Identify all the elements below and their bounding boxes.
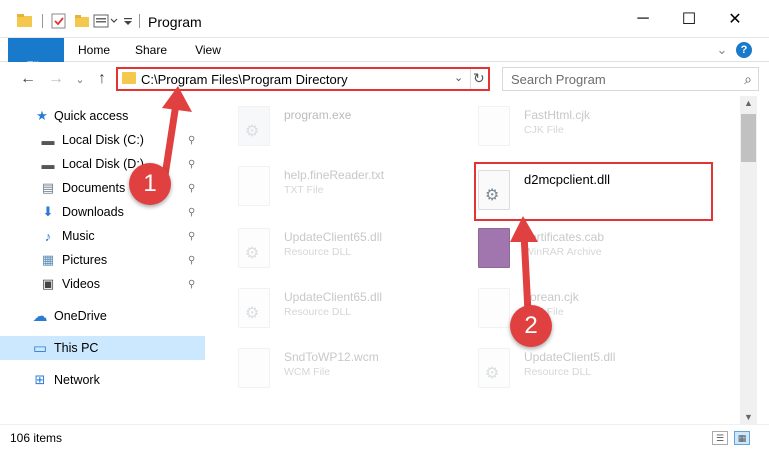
item-count: 106 items <box>10 431 63 445</box>
sidebar-item-label: Documents <box>62 181 126 195</box>
sidebar-item-label: Downloads <box>62 205 124 219</box>
sidebar-item-label: Local Disk (C:) <box>62 133 144 147</box>
recent-locations-icon[interactable]: ⌄ <box>70 69 90 89</box>
file-name: UpdateClient65.dll <box>284 290 383 304</box>
tab-view[interactable]: View <box>186 38 230 62</box>
address-dropdown-icon[interactable]: ⌄ <box>454 71 463 84</box>
file-item[interactable]: help.fineReader.txt TXT File <box>228 160 468 216</box>
ribbon-tabs: File Home Share View ⌄ ? <box>0 38 769 94</box>
up-arrow-icon[interactable]: ↑ <box>92 69 112 89</box>
dll-gear-icon: ⚙ <box>478 348 510 388</box>
sidebar-item-label: OneDrive <box>54 309 107 323</box>
scroll-down-icon[interactable]: ▼ <box>744 412 753 422</box>
file-type: Resource DLL <box>284 246 352 258</box>
computer-icon: ▭ <box>32 340 48 357</box>
back-arrow-icon[interactable]: ← <box>18 69 38 89</box>
sidebar-item-network[interactable]: ⊞ Network <box>0 368 205 392</box>
refresh-icon[interactable]: ↻ <box>473 70 485 87</box>
sidebar-item-onedrive[interactable]: ☁ OneDrive <box>0 304 205 328</box>
address-folder-icon <box>122 72 136 84</box>
file-item[interactable]: ⚙ UpdateClient65.dll Resource DLL <box>228 222 468 278</box>
tab-home[interactable]: Home <box>72 38 116 62</box>
title-divider <box>139 14 140 28</box>
file-item[interactable]: ⚙ UpdateClient65.dll Resource DLL <box>228 282 468 338</box>
search-input[interactable]: Search Program ⌕ <box>502 67 759 91</box>
sidebar-item-music[interactable]: ♪ Music ⚲ <box>0 224 205 248</box>
dll-gear-icon: ⚙ <box>238 288 270 328</box>
vertical-scrollbar[interactable]: ▲ ▼ <box>740 96 757 424</box>
sidebar-item-videos[interactable]: ▣ Videos ⚲ <box>0 272 205 296</box>
maximize-button[interactable]: ☐ <box>666 0 712 38</box>
file-type: WCM File <box>284 366 331 378</box>
sidebar-item-label: Videos <box>62 277 100 291</box>
file-name: program.exe <box>284 108 352 122</box>
star-icon: ★ <box>36 108 48 123</box>
pin-icon[interactable]: ⚲ <box>188 279 195 290</box>
file-icon <box>238 348 270 388</box>
file-name: FastHtml.cjk <box>524 108 590 122</box>
search-placeholder: Search Program <box>511 72 606 87</box>
documents-icon: ▤ <box>41 180 55 195</box>
sidebar-item-label: Pictures <box>62 253 108 267</box>
folder-icon[interactable] <box>16 12 34 30</box>
videos-icon: ▣ <box>41 276 55 291</box>
help-icon[interactable]: ? <box>736 42 752 58</box>
close-button[interactable]: ✕ <box>712 0 758 38</box>
cloud-icon: ☁ <box>32 308 48 325</box>
tab-share[interactable]: Share <box>128 38 174 62</box>
sidebar-item-label: Network <box>54 373 100 387</box>
pin-icon[interactable]: ⚲ <box>188 255 195 266</box>
properties-icon[interactable] <box>50 12 68 30</box>
scroll-thumb[interactable] <box>741 114 756 162</box>
sidebar-item-pictures[interactable]: ▦ Pictures ⚲ <box>0 248 205 272</box>
file-item[interactable]: ⚙ program.exe <box>228 100 468 156</box>
download-icon: ⬇ <box>42 204 54 219</box>
exe-file-icon: ⚙ <box>238 106 270 146</box>
file-item[interactable]: ⚙ UpdateClient5.dll Resource DLL <box>468 342 708 398</box>
pictures-icon: ▦ <box>41 252 55 267</box>
music-icon: ♪ <box>44 228 52 244</box>
window-title: Program <box>148 14 202 30</box>
file-list: ⚙ program.exe FastHtml.cjk CJK File help… <box>210 96 740 424</box>
customize-toolbar-icon[interactable] <box>122 12 140 30</box>
minimize-button[interactable]: ─ <box>620 0 666 38</box>
file-name: UpdateClient65.dll <box>284 230 383 244</box>
text-file-icon <box>238 166 270 206</box>
callout-1: 1 <box>129 163 171 205</box>
status-bar: 106 items ☰ ▦ <box>0 424 769 464</box>
large-icons-view-icon[interactable]: ▦ <box>734 431 750 445</box>
drive-icon: ▬ <box>41 156 55 172</box>
sidebar-item-this-pc[interactable]: ▭ This PC <box>0 336 205 360</box>
file-name: SndToWP12.wcm <box>284 350 379 364</box>
file-name: UpdateClient5.dll <box>524 350 616 364</box>
ribbon-expand-icon[interactable]: ⌄ <box>712 38 732 62</box>
file-name: help.fineReader.txt <box>284 168 385 182</box>
file-type: Resource DLL <box>284 306 352 318</box>
details-view-icon[interactable]: ☰ <box>712 431 728 445</box>
pin-icon[interactable]: ⚲ <box>188 231 195 242</box>
title-bar: Program ─ ☐ ✕ <box>0 0 769 38</box>
file-type: CJK File <box>524 124 564 136</box>
drive-icon: ▬ <box>41 132 55 148</box>
address-divider <box>470 69 471 89</box>
sidebar-item-label: This PC <box>54 341 99 355</box>
scroll-up-icon[interactable]: ▲ <box>744 98 753 108</box>
file-type: TXT File <box>284 184 324 196</box>
file-item[interactable]: SndToWP12.wcm WCM File <box>228 342 468 398</box>
callout-2: 2 <box>510 305 552 347</box>
search-icon[interactable]: ⌕ <box>744 71 752 88</box>
sidebar-item-downloads[interactable]: ⬇ Downloads ⚲ <box>0 200 205 224</box>
new-folder-icon[interactable] <box>74 12 92 30</box>
file-type: Resource DLL <box>524 366 592 378</box>
file-icon <box>478 106 510 146</box>
file-item[interactable]: FastHtml.cjk CJK File <box>468 100 708 156</box>
dll-gear-icon: ⚙ <box>238 228 270 268</box>
pin-icon[interactable]: ⚲ <box>188 207 195 218</box>
sidebar-item-label: Local Disk (D:) <box>62 157 144 171</box>
view-menu-icon[interactable] <box>93 12 118 30</box>
forward-arrow-icon[interactable]: → <box>46 69 66 89</box>
sidebar-item-label: Quick access <box>54 109 129 123</box>
sidebar-item-label: Music <box>62 229 95 243</box>
network-icon: ⊞ <box>34 372 46 387</box>
